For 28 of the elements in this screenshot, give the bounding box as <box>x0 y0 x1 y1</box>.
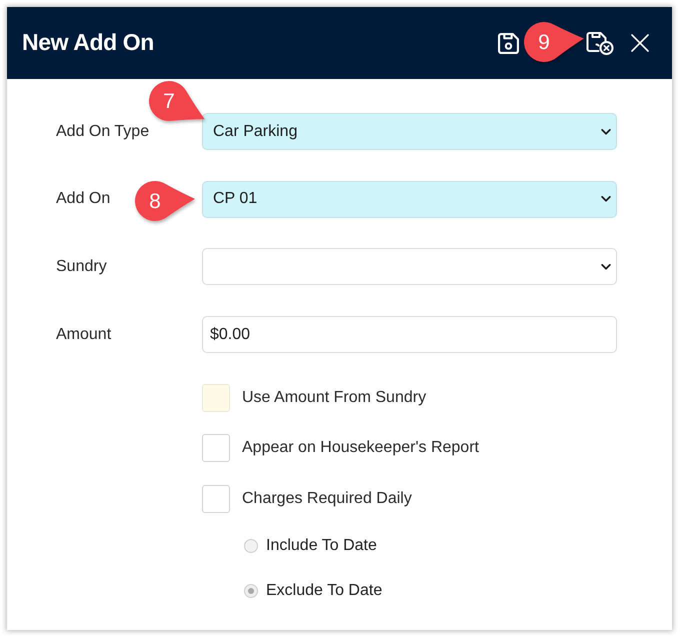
checkbox-label: Appear on Housekeeper's Report <box>242 438 479 458</box>
chevron-down-icon <box>601 196 611 202</box>
callout-marker: 8 <box>135 181 195 221</box>
close-button[interactable] <box>631 34 649 52</box>
chevron-down-icon <box>601 128 611 134</box>
field-label: Add On Type <box>56 122 150 140</box>
close-icon <box>631 34 649 52</box>
dialog-title: New Add On <box>22 29 154 57</box>
callout-marker: 9 <box>524 22 584 62</box>
checkbox[interactable] <box>202 384 230 412</box>
field-label: Amount <box>56 326 112 343</box>
dropdown-field[interactable] <box>202 248 617 286</box>
save-and-close-button[interactable] <box>586 32 614 54</box>
callout-marker: 7 <box>149 81 205 121</box>
dropdown-field[interactable]: CP 01 <box>202 180 617 218</box>
field-label: Sundry <box>56 258 107 275</box>
floppy-disk-with-x-icon <box>586 32 614 54</box>
text-field[interactable]: $0.00 <box>202 316 617 354</box>
save-button[interactable] <box>498 32 519 54</box>
field-label: Add On <box>56 190 110 208</box>
checkbox[interactable] <box>202 484 230 513</box>
checkbox-label: Charges Required Daily <box>242 488 412 509</box>
radio-label: Exclude To Date <box>266 581 382 602</box>
checkbox-label: Use Amount From Sundry <box>242 388 426 408</box>
radio-label: Include To Date <box>266 536 377 556</box>
checkbox[interactable] <box>202 434 230 462</box>
dropdown-field[interactable]: Car Parking <box>202 113 617 150</box>
chevron-down-icon <box>601 264 611 270</box>
